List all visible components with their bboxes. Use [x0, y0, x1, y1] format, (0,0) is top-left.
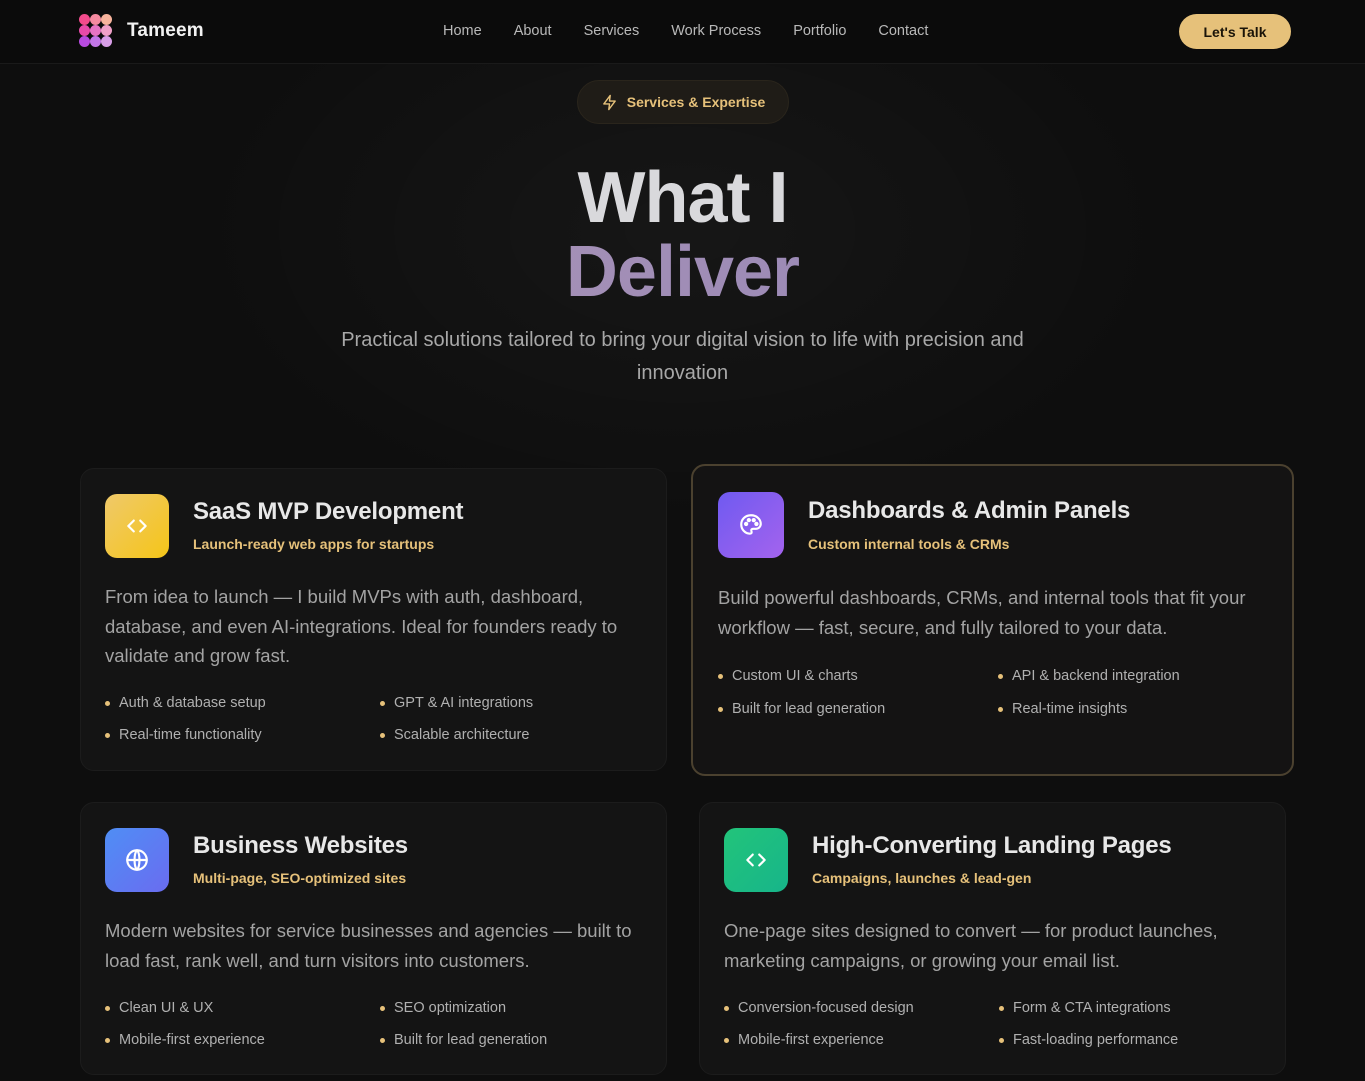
bullet-icon: [724, 1005, 729, 1011]
feature-item: Real-time functionality: [105, 727, 262, 743]
code-icon: [724, 828, 788, 892]
bullet-icon: [724, 1037, 729, 1043]
brand-logo-icon: [79, 14, 113, 48]
hero-title-line1: What I: [577, 158, 789, 238]
bullet-icon: [105, 1005, 110, 1011]
lightning-icon: [602, 94, 616, 110]
feature-item: Form & CTA integrations: [999, 1000, 1171, 1016]
service-card-dashboards[interactable]: Dashboards & Admin Panels Custom interna…: [691, 464, 1294, 776]
feature-item: Real-time insights: [998, 701, 1127, 717]
feature-item: GPT & AI integrations: [380, 695, 533, 711]
globe-icon: [105, 828, 169, 892]
card-subtitle: Custom internal tools & CRMs: [808, 536, 1010, 552]
feature-item: Scalable architecture: [380, 727, 529, 743]
feature-item: Built for lead generation: [718, 701, 885, 717]
service-card-saas-mvp[interactable]: SaaS MVP Development Launch-ready web ap…: [80, 468, 667, 771]
bullet-icon: [999, 1005, 1004, 1011]
bullet-icon: [105, 1037, 110, 1043]
bullet-icon: [999, 1037, 1004, 1043]
bullet-icon: [380, 1037, 385, 1043]
feature-item: Mobile-first experience: [724, 1032, 884, 1048]
section-badge: Services & Expertise: [577, 80, 789, 124]
brand[interactable]: Tameem: [79, 14, 204, 48]
hero-title-line2: Deliver: [0, 236, 1365, 308]
lets-talk-button[interactable]: Let's Talk: [1179, 14, 1291, 49]
nav-link-portfolio[interactable]: Portfolio: [793, 23, 846, 39]
top-navbar: Tameem Home About Services Work Process …: [0, 0, 1365, 64]
feature-item: Mobile-first experience: [105, 1032, 265, 1048]
hero-subtitle: Practical solutions tailored to bring yo…: [341, 329, 1024, 384]
bullet-icon: [998, 673, 1003, 679]
card-description: Build powerful dashboards, CRMs, and int…: [718, 587, 1246, 638]
palette-icon: [718, 492, 784, 558]
nav-link-services[interactable]: Services: [584, 23, 640, 39]
card-description: One-page sites designed to convert — for…: [724, 920, 1218, 971]
feature-item: SEO optimization: [380, 1000, 506, 1016]
card-title: High-Converting Landing Pages: [812, 832, 1172, 859]
bullet-icon: [105, 700, 110, 706]
bullet-icon: [105, 732, 110, 738]
feature-item: Fast-loading performance: [999, 1032, 1178, 1048]
feature-item: API & backend integration: [998, 668, 1180, 684]
card-title: Business Websites: [193, 832, 408, 859]
bullet-icon: [380, 732, 385, 738]
bullet-icon: [380, 700, 385, 706]
section-badge-label: Services & Expertise: [626, 94, 766, 110]
nav-link-about[interactable]: About: [514, 23, 552, 39]
feature-item: Custom UI & charts: [718, 668, 858, 684]
nav-link-home[interactable]: Home: [443, 23, 482, 39]
card-subtitle: Launch-ready web apps for startups: [193, 536, 435, 552]
card-description: Modern websites for service businesses a…: [105, 920, 632, 971]
card-title: SaaS MVP Development: [193, 498, 464, 525]
nav-link-contact[interactable]: Contact: [878, 23, 928, 39]
brand-name: Tameem: [127, 20, 204, 41]
bullet-icon: [718, 673, 723, 679]
nav-links: Home About Services Work Process Portfol…: [443, 23, 960, 39]
bullet-icon: [718, 706, 723, 712]
bullet-icon: [380, 1005, 385, 1011]
card-subtitle: Multi-page, SEO-optimized sites: [193, 870, 407, 886]
feature-item: Auth & database setup: [105, 695, 266, 711]
feature-item: Built for lead generation: [380, 1032, 547, 1048]
service-card-landing-pages[interactable]: High-Converting Landing Pages Campaigns,…: [699, 802, 1286, 1075]
card-description: From idea to launch — I build MVPs with …: [105, 586, 618, 666]
nav-link-work-process[interactable]: Work Process: [671, 23, 761, 39]
card-subtitle: Campaigns, launches & lead-gen: [812, 870, 1032, 886]
service-card-business-websites[interactable]: Business Websites Multi-page, SEO-optimi…: [80, 802, 667, 1075]
card-title: Dashboards & Admin Panels: [808, 497, 1131, 524]
feature-item: Conversion-focused design: [724, 1000, 914, 1016]
bullet-icon: [998, 706, 1003, 712]
feature-item: Clean UI & UX: [105, 1000, 213, 1016]
code-icon: [105, 494, 169, 558]
